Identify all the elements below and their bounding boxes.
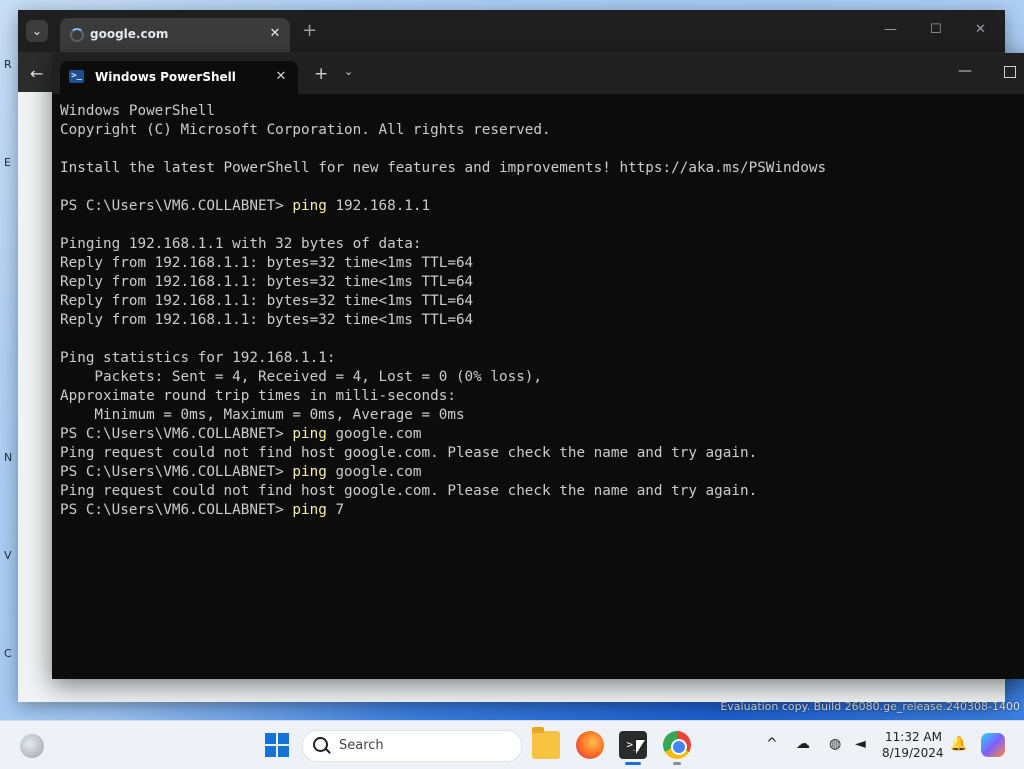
desktop-icon-label[interactable]: C [4,647,12,660]
show-hidden-icons-chevron[interactable]: ^ [766,736,778,752]
terminal-tab-title: Windows PowerShell [95,70,236,84]
terminal-line: Windows PowerShell [60,103,215,119]
taskbar-search-box[interactable]: Search [302,730,522,762]
firefox-icon[interactable] [576,731,604,759]
back-arrow-icon[interactable]: ← [30,64,43,83]
browser-minimize-button[interactable]: — [884,22,897,37]
prompt-text: PS C:\Users\VM6.COLLABNET> [60,198,293,214]
mouse-cursor [636,740,645,754]
widgets-icon[interactable] [20,734,44,758]
clock-date: 8/19/2024 [882,746,944,760]
terminal-line: Minimum = 0ms, Maximum = 0ms, Average = … [60,407,465,423]
active-app-indicator [625,762,641,765]
new-tab-button[interactable]: + [314,64,328,84]
terminal-line: Ping request could not find host google.… [60,483,758,499]
network-globe-icon[interactable]: ◍ [829,736,841,752]
browser-maximize-button[interactable]: ☐ [930,22,942,37]
new-tab-button[interactable]: + [302,21,317,41]
powershell-icon: >_ [69,70,84,83]
terminal-line: Reply from 192.168.1.1: bytes=32 time<1m… [60,293,474,309]
copilot-icon[interactable] [981,733,1005,757]
cloud-offline-icon[interactable]: ☁ [796,736,810,752]
terminal-line: Install the latest PowerShell for new fe… [60,160,827,176]
terminal-line: PS C:\Users\VM6.COLLABNET> ping 7 [60,501,1020,520]
desktop-icon-label[interactable]: R [4,58,12,71]
close-tab-button[interactable]: ✕ [266,25,284,43]
terminal-line: Reply from 192.168.1.1: bytes=32 time<1m… [60,255,474,271]
terminal-line: Approximate round trip times in milli-se… [60,388,456,404]
command-name: ping [292,198,327,214]
start-button[interactable] [265,733,289,757]
command-name: ping [292,502,327,518]
terminal-line: Packets: Sent = 4, Received = 4, Lost = … [60,369,543,385]
terminal-line: Pinging 192.168.1.1 with 32 bytes of dat… [60,236,422,252]
terminal-line: PS C:\Users\VM6.COLLABNET> ping 192.168.… [60,197,1020,216]
loading-spinner-icon [70,28,84,42]
profile-dropdown-button[interactable]: ⌄ [344,65,353,78]
clock-time: 11:32 AM [885,730,942,744]
desktop-icon-label[interactable]: V [4,549,12,562]
open-app-indicator [673,762,681,765]
terminal-line: Ping request could not find host google.… [60,445,758,461]
browser-tabstrip: ⌄ google.com ✕ + — ☐ ✕ [18,10,1005,52]
command-name: ping [292,464,327,480]
terminal-tab-powershell[interactable]: >_ Windows PowerShell ✕ [60,61,298,94]
close-tab-button[interactable]: ✕ [272,68,290,86]
terminal-line: Reply from 192.168.1.1: bytes=32 time<1m… [60,274,474,290]
prompt-text: PS C:\Users\VM6.COLLABNET> [60,502,293,518]
search-placeholder: Search [339,738,384,753]
command-args: 192.168.1.1 [326,198,431,214]
prompt-text: PS C:\Users\VM6.COLLABNET> [60,426,293,442]
browser-close-button[interactable]: ✕ [975,22,986,37]
terminal-titlebar: >_ Windows PowerShell ✕ + ⌄ — [52,53,1024,94]
tab-search-dropdown-button[interactable]: ⌄ [26,20,48,42]
terminal-line: Ping statistics for 192.168.1.1: [60,350,336,366]
terminal-line: PS C:\Users\VM6.COLLABNET> ping google.c… [60,463,1020,482]
terminal-line: Reply from 192.168.1.1: bytes=32 time<1m… [60,312,474,328]
command-args: 7 [326,502,345,518]
command-args: google.com [326,464,422,480]
command-name: ping [292,426,327,442]
taskbar-clock[interactable]: 11:32 AM 8/19/2024 [882,729,944,761]
desktop-icon-label[interactable]: N [4,451,12,464]
file-explorer-icon[interactable] [532,727,560,759]
chrome-icon[interactable] [663,731,691,759]
search-icon [313,737,328,752]
terminal-line: Copyright (C) Microsoft Corporation. All… [60,122,551,138]
desktop-icon-label[interactable]: E [4,156,11,169]
command-args: google.com [326,426,422,442]
terminal-minimize-button[interactable]: — [958,63,972,79]
terminal-maximize-button[interactable] [1004,66,1016,78]
terminal-line: PS C:\Users\VM6.COLLABNET> ping google.c… [60,425,1020,444]
terminal-window: >_ Windows PowerShell ✕ + ⌄ — Windows Po… [52,53,1024,679]
terminal-output[interactable]: Windows PowerShell Copyright (C) Microsof… [60,102,1020,672]
browser-tab-google[interactable]: google.com ✕ [60,18,290,52]
browser-tab-title: google.com [90,27,169,41]
prompt-text: PS C:\Users\VM6.COLLABNET> [60,464,293,480]
taskbar: Search >_ ^ ☁ ◍ ◄ 11:32 AM 8/19/2024 🔔 [0,720,1024,769]
volume-muted-icon[interactable]: ◄ [855,736,866,752]
notification-bell-icon[interactable]: 🔔 [950,736,967,752]
